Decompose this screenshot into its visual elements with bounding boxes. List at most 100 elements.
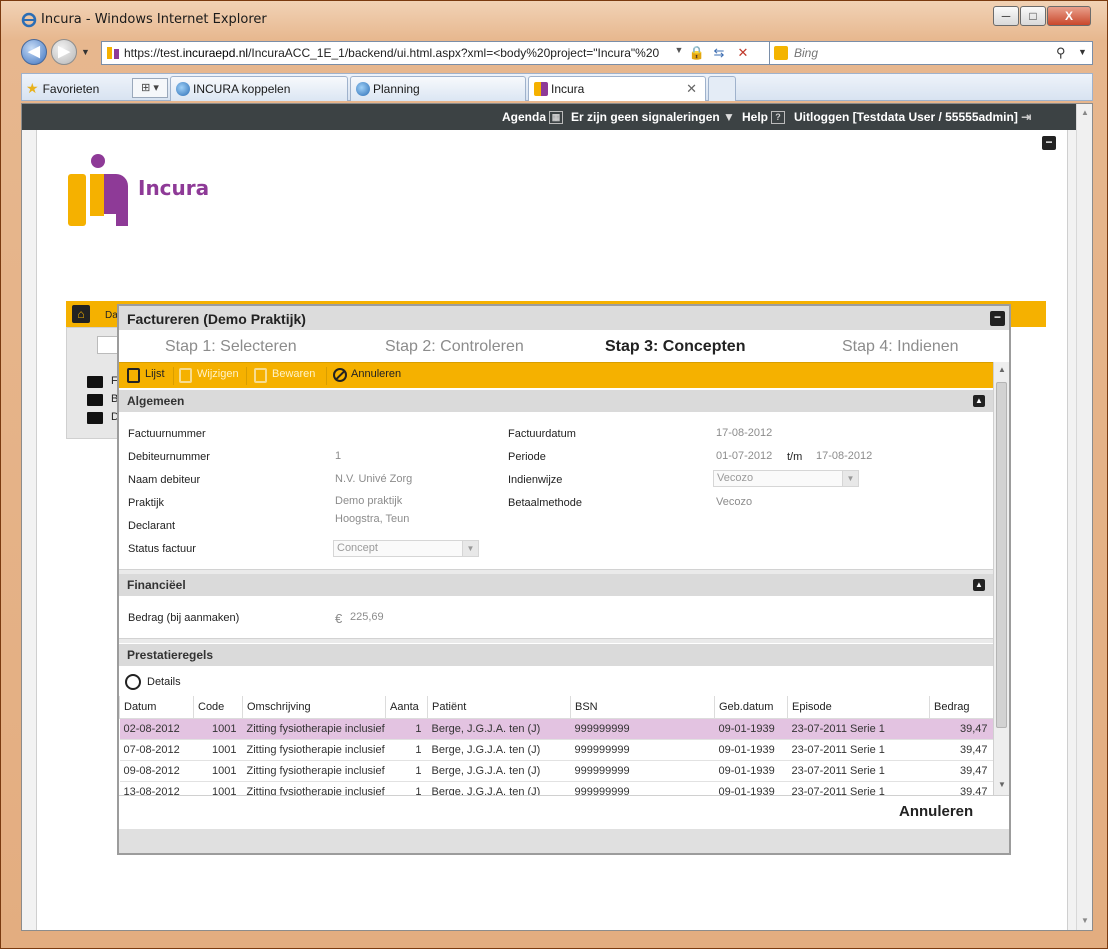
column-header[interactable]: Omschrijving — [242, 696, 386, 719]
table-cell: 39,47 — [929, 718, 993, 740]
general-section-header: Algemeen ▲ — [119, 390, 993, 412]
signals-dropdown[interactable]: Er zijn geen signaleringen ▼ — [571, 110, 735, 124]
dialog-scrollbar[interactable]: ▲ ▼ — [993, 362, 1009, 795]
table-row[interactable]: 09-08-2012 1001 Zitting fysiotherapie incl… — [119, 760, 993, 782]
table-row[interactable]: 07-08-2012 1001 Zitting fysiotherapie incl… — [119, 739, 993, 761]
column-header[interactable]: Patiënt — [427, 696, 571, 719]
agenda-label: Agenda — [502, 110, 547, 124]
close-window-button[interactable]: X — [1047, 6, 1091, 26]
close-tab-icon[interactable]: ✕ — [686, 77, 697, 101]
search-icon[interactable]: ⚲ — [1056, 45, 1066, 61]
cancel-toolbar-button[interactable]: Annuleren — [333, 368, 401, 384]
table-cell: 39,47 — [929, 781, 993, 795]
search-box: ⚲ ▼ — [769, 41, 1093, 65]
logout-link[interactable]: Uitloggen [Testdata User / 55555admin] ⇥ — [794, 110, 1031, 124]
step-1[interactable]: Stap 1: Selecteren — [165, 338, 297, 356]
web-content: Agenda ▦ Er zijn geen signaleringen ▼ Hel… — [21, 103, 1093, 931]
invoice-number-label: Factuurnummer — [128, 428, 206, 440]
table-cell: Berge, J.G.J.A. ten (J) — [427, 718, 571, 740]
tab-incura-koppelen[interactable]: INCURA koppelen — [170, 76, 348, 101]
help-link[interactable]: Help? — [742, 110, 786, 125]
history-dropdown-icon[interactable]: ▼ — [81, 47, 90, 57]
lock-icon[interactable]: 🔒 — [688, 45, 706, 61]
navigation-bar: ◀ ▶ ▼ https://test.incuraepd.nl/IncuraAC… — [15, 37, 1095, 69]
table-cell: 1001 — [193, 739, 243, 761]
debtor-number-value: 1 — [335, 450, 342, 462]
period-label: Periode — [508, 451, 546, 463]
agenda-link[interactable]: Agenda ▦ — [502, 110, 564, 125]
table-row[interactable]: 13-08-2012 1001 Zitting fysiotherapie incl… — [119, 781, 993, 795]
back-button[interactable]: ◀ — [21, 39, 47, 65]
scroll-down-icon[interactable]: ▼ — [1081, 916, 1089, 925]
address-bar[interactable]: https://test.incuraepd.nl/IncuraACC_1E_1… — [101, 41, 771, 65]
scroll-thumb[interactable] — [996, 382, 1007, 728]
url-text[interactable]: https://test.incuraepd.nl/IncuraACC_1E_1… — [124, 46, 669, 60]
dashboard-input[interactable] — [97, 336, 119, 354]
quick-tabs-button[interactable]: ⊞ ▾ — [132, 78, 168, 98]
table-cell: 39,47 — [929, 739, 993, 761]
section-divider — [119, 638, 993, 643]
address-dropdown-icon[interactable]: ▼ — [670, 45, 688, 61]
services-section-header: Prestatieregels — [119, 644, 993, 666]
column-header[interactable]: Code — [193, 696, 243, 719]
forward-button[interactable]: ▶ — [51, 39, 77, 65]
amount-label: Bedrag (bij aanmaken) — [128, 612, 240, 624]
search-input[interactable] — [794, 45, 1044, 61]
save-button[interactable]: Bewaren — [254, 368, 315, 384]
table-row[interactable]: 02-08-2012 1001 Zitting fysiotherapie incl… — [119, 718, 993, 740]
collapse-icon[interactable]: ▲ — [973, 395, 985, 407]
step-2[interactable]: Stap 2: Controleren — [385, 338, 524, 356]
column-header[interactable]: Datum — [119, 696, 194, 719]
dashboard-strip-label: Da — [105, 310, 118, 321]
collapse-icon[interactable]: ▲ — [973, 579, 985, 591]
stop-icon[interactable]: ✕ — [734, 45, 752, 61]
table-cell: 39,47 — [929, 760, 993, 782]
list-button[interactable]: Lijst — [127, 368, 165, 384]
amount-value: 225,69 — [350, 611, 384, 623]
page-collapse-button[interactable]: − — [1042, 136, 1056, 150]
wizard-steps: Stap 1: Selecteren Stap 2: Controleren S… — [119, 330, 1009, 362]
toolbar-divider — [246, 367, 247, 385]
status-select[interactable]: Concept ▼ — [333, 540, 479, 557]
column-header[interactable]: BSN — [570, 696, 715, 719]
dialog-collapse-button[interactable]: − — [990, 311, 1005, 326]
table-cell: 999999999 — [570, 760, 715, 782]
cancel-label: Annuleren — [351, 368, 402, 380]
edit-button[interactable]: Wijzigen — [179, 368, 239, 384]
tab-planning[interactable]: Planning — [350, 76, 526, 101]
save-icon — [254, 368, 267, 383]
column-header[interactable]: Bedrag — [929, 696, 993, 719]
submission-select[interactable]: Vecozo ▼ — [713, 470, 859, 487]
table-cell: 09-01-1939 — [714, 781, 788, 795]
details-button[interactable]: Details — [125, 674, 181, 692]
table-cell: 1 — [385, 718, 428, 740]
search-dropdown-icon[interactable]: ▼ — [1078, 47, 1087, 57]
step-3-active[interactable]: Stap 3: Concepten — [605, 338, 745, 356]
scroll-up-icon[interactable]: ▲ — [998, 365, 1006, 374]
practice-value: Demo praktijk — [335, 495, 403, 507]
table-cell: Zitting fysiotherapie inclusief — [242, 739, 386, 761]
column-header[interactable]: Geb.datum — [714, 696, 788, 719]
table-cell: 999999999 — [570, 781, 715, 795]
maximize-button[interactable]: □ — [1020, 6, 1046, 26]
favorites-button[interactable]: ★ Favorieten — [26, 78, 99, 98]
invoice-date-value: 17-08-2012 — [716, 427, 773, 439]
page-scrollbar[interactable]: ▲ ▼ — [1076, 104, 1092, 930]
invoice-dialog: Factureren (Demo Praktijk) − Stap 1: Sel… — [117, 304, 1011, 855]
new-tab-button[interactable] — [708, 76, 736, 101]
table-cell: Zitting fysiotherapie inclusief — [242, 760, 386, 782]
home-icon[interactable]: ⌂ — [72, 305, 90, 323]
save-label: Bewaren — [272, 368, 316, 380]
column-header[interactable]: Episode — [787, 696, 930, 719]
scroll-up-icon[interactable]: ▲ — [1081, 108, 1089, 117]
minimize-button[interactable]: ─ — [993, 6, 1019, 26]
step-4[interactable]: Stap 4: Indienen — [842, 338, 959, 356]
list-label: Lijst — [145, 368, 165, 380]
compatibility-icon[interactable]: ⇆ — [710, 45, 728, 61]
cancel-button[interactable]: Annuleren — [899, 803, 973, 820]
payment-label: Betaalmethode — [508, 497, 582, 509]
tab-incura[interactable]: Incura ✕ — [528, 76, 706, 101]
scroll-down-icon[interactable]: ▼ — [998, 780, 1006, 789]
column-header[interactable]: Aanta — [385, 696, 428, 719]
logo-text: Incura — [138, 176, 210, 200]
